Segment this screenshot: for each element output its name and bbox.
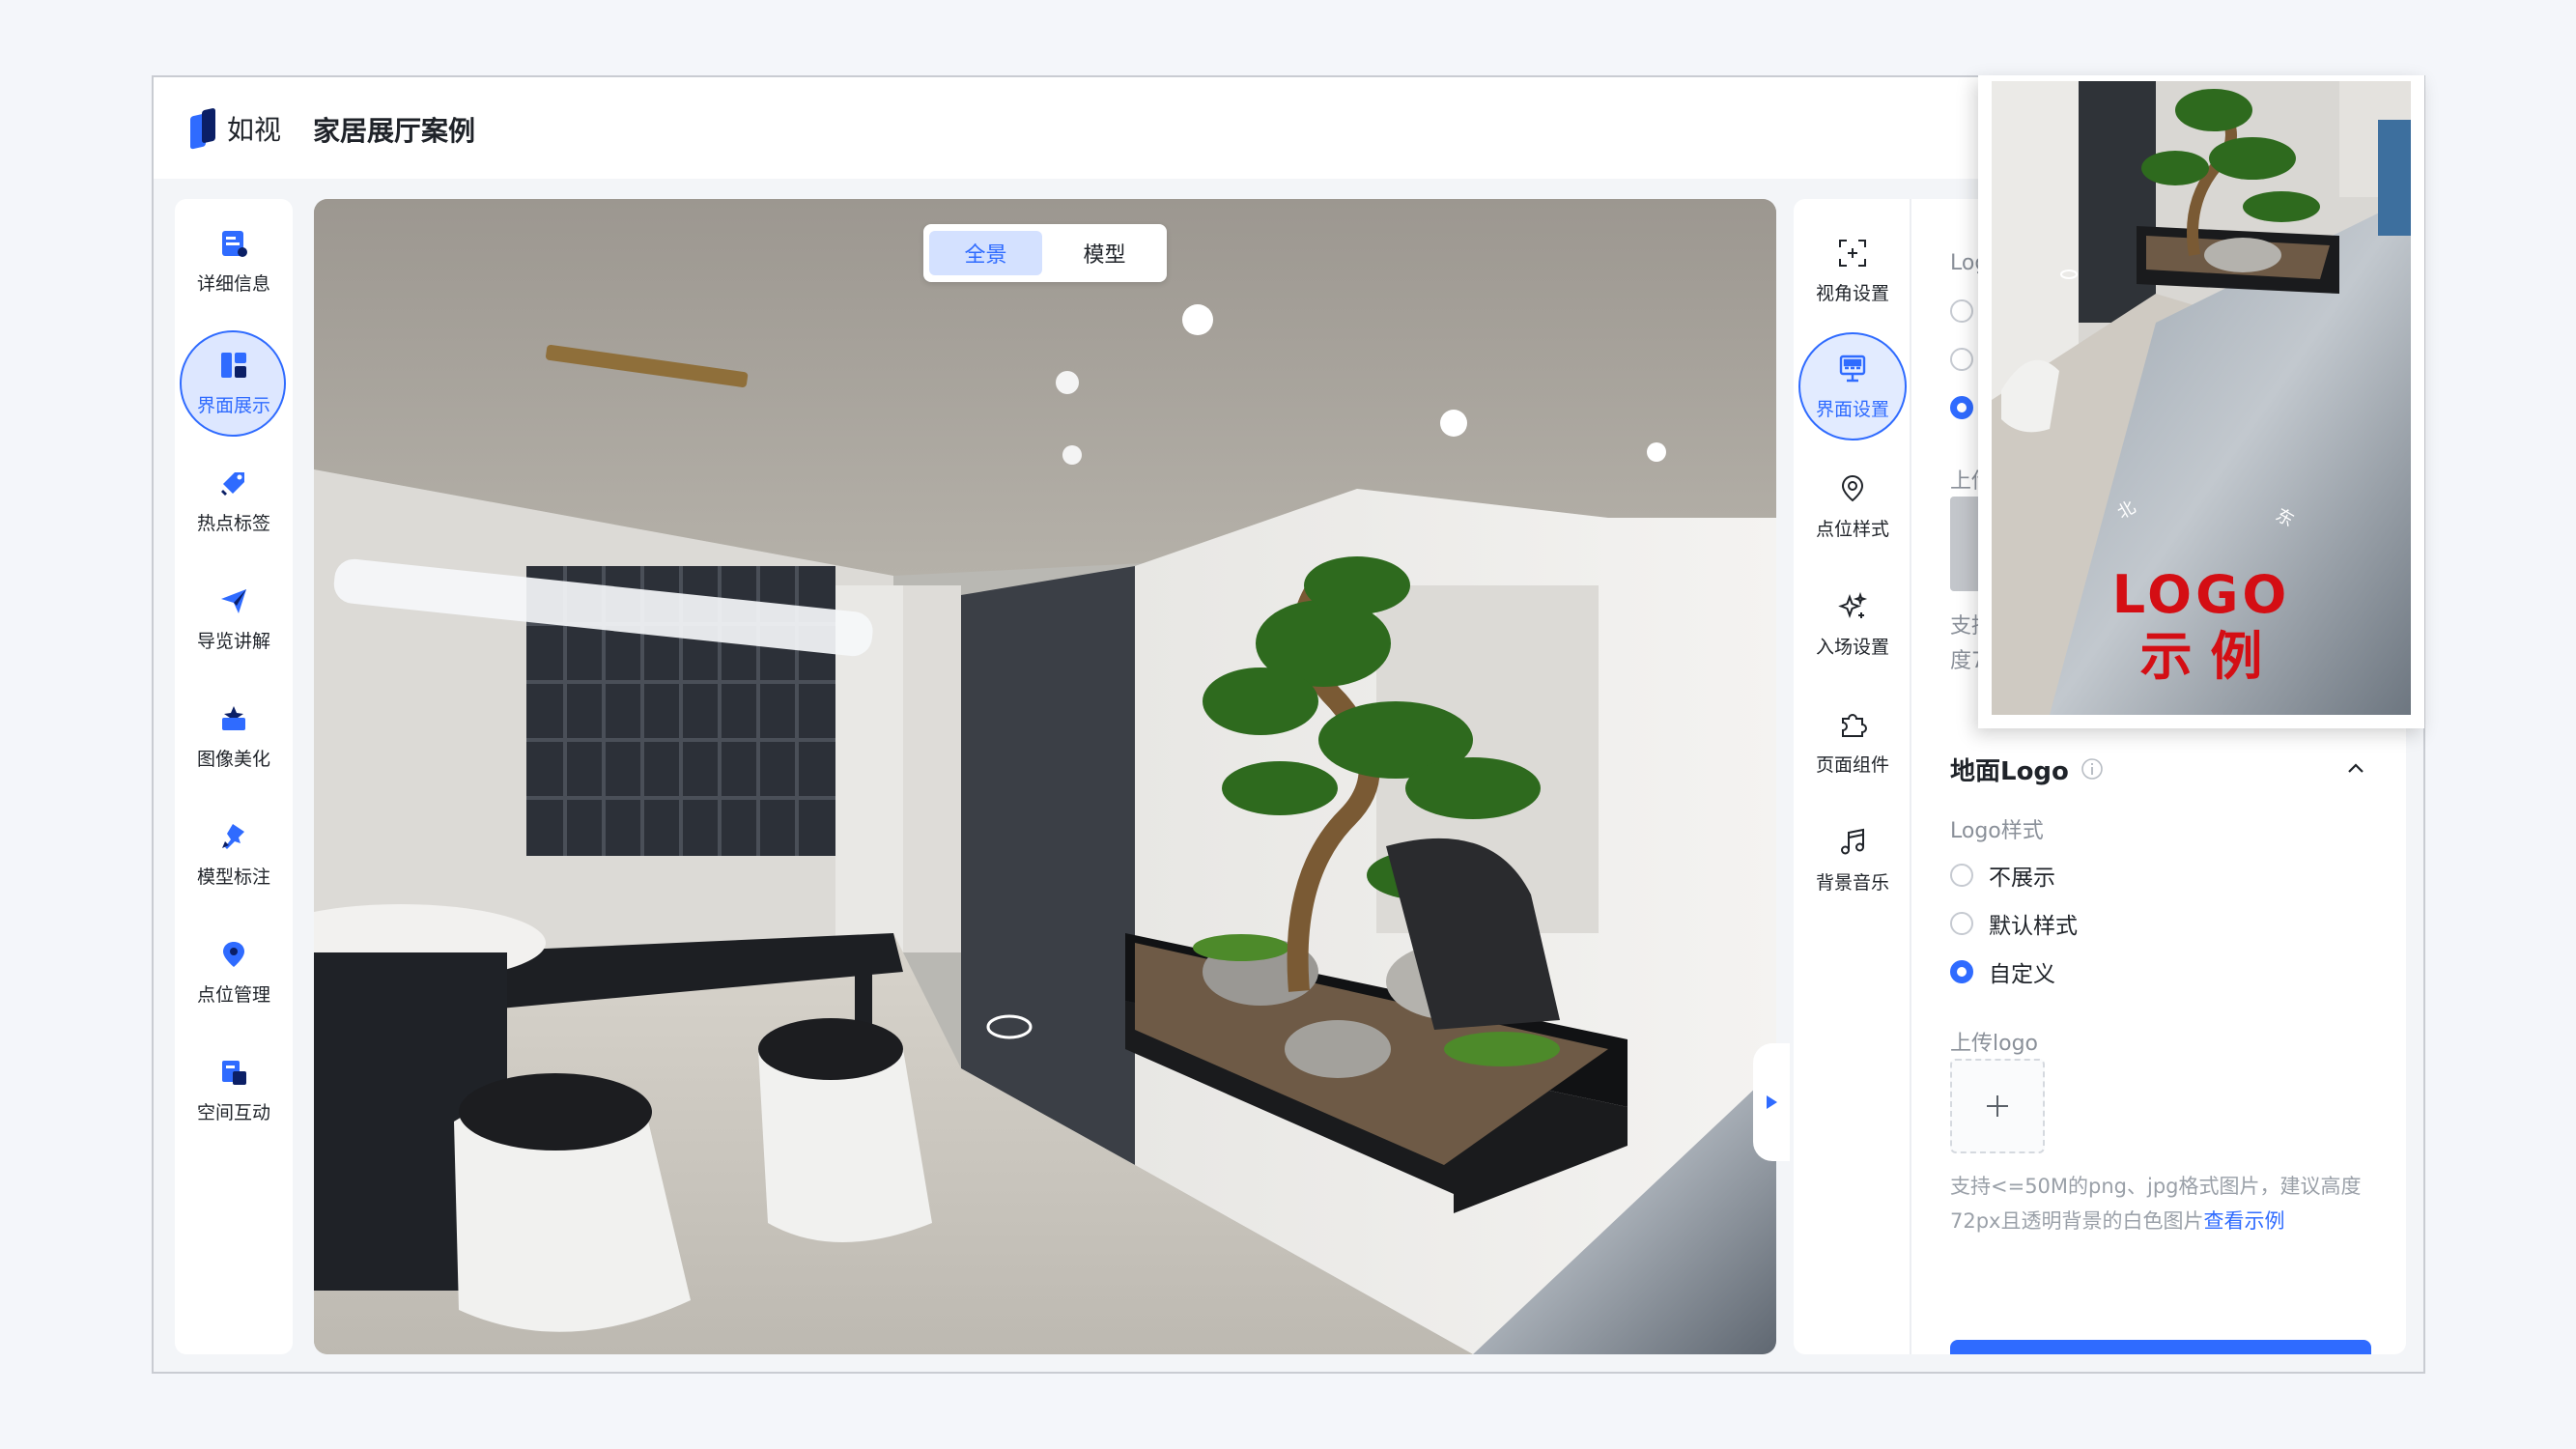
settings-nav-label: 界面设置	[1815, 398, 1889, 420]
rail-item-label: 热点标签	[196, 512, 270, 534]
paper-plane-icon	[219, 586, 248, 615]
radio-option-hide[interactable]: 不展示	[1950, 860, 2055, 891]
settings-nav-label: 点位样式	[1815, 518, 1889, 540]
section-title: 地面Logo	[1950, 756, 2069, 786]
example-sample-text: 示 例	[2139, 626, 2263, 687]
rail-item-label: 模型标注	[196, 866, 270, 888]
hidden-radio[interactable]	[1950, 299, 1973, 323]
mode-model-button[interactable]: 模型	[1048, 231, 1161, 275]
image-beautify-icon	[219, 704, 248, 733]
rail-item-point-management[interactable]: 点位管理	[175, 920, 293, 1026]
monitor-icon	[1836, 353, 1869, 385]
puzzle-icon	[1836, 708, 1869, 741]
logo-style-label: Logo样式	[1950, 819, 2044, 843]
settings-nav-label: 视角设置	[1815, 282, 1889, 304]
music-note-icon	[1836, 826, 1869, 859]
rail-item-label: 导览讲解	[196, 630, 270, 652]
info-icon[interactable]	[2081, 757, 2104, 781]
upload-logo-button[interactable]	[1950, 1059, 2045, 1153]
logo-example-preview: 北 东 LOGO 示 例	[1978, 75, 2424, 728]
rail-item-guided-tour[interactable]: 导览讲解	[175, 566, 293, 672]
rail-item-label: 点位管理	[196, 983, 270, 1006]
radio-button-checked[interactable]	[1950, 960, 1973, 983]
info-card-icon	[219, 229, 248, 258]
example-preview-image: 北 东 LOGO 示 例	[1992, 81, 2411, 715]
panorama-scene-image[interactable]	[314, 199, 1776, 1354]
upload-hint-text: 支持<=50M的png、jpg格式图片，建议高度72px且透明背景的白色图片	[1950, 1175, 2362, 1233]
sparkle-icon	[1836, 590, 1869, 623]
rail-item-model-annotation[interactable]: 模型标注	[175, 802, 293, 908]
radio-button[interactable]	[1950, 864, 1973, 887]
space-interaction-icon	[219, 1058, 248, 1087]
hidden-radio[interactable]	[1950, 396, 1973, 419]
ground-logo-header[interactable]: 地面Logo	[1950, 750, 2375, 788]
brand[interactable]: 如视	[190, 107, 282, 150]
settings-nav-label: 背景音乐	[1815, 871, 1889, 894]
settings-nav-interface[interactable]: 界面设置	[1794, 332, 1911, 440]
map-pin-icon	[1836, 472, 1869, 505]
caret-right-icon	[1767, 1095, 1777, 1109]
radio-label: 默认样式	[1989, 914, 2078, 939]
tag-icon	[219, 469, 248, 497]
rail-item-image-beautify[interactable]: 图像美化	[175, 684, 293, 790]
settings-nav-entry[interactable]: 入场设置	[1794, 570, 1911, 678]
viewfinder-icon	[1836, 237, 1869, 270]
rail-item-label: 详细信息	[196, 272, 270, 295]
settings-nav-label: 入场设置	[1815, 636, 1889, 658]
rail-item-label: 界面展示	[196, 394, 270, 416]
brand-logo-icon	[190, 107, 217, 150]
active-highlight	[1798, 332, 1907, 440]
rail-item-label: 空间互动	[196, 1101, 270, 1123]
radio-button[interactable]	[1950, 912, 1973, 935]
view-example-link[interactable]: 查看示例	[2203, 1209, 2284, 1233]
chevron-up-icon[interactable]	[2344, 757, 2367, 781]
brand-name: 如视	[227, 114, 282, 146]
hidden-radio[interactable]	[1950, 348, 1973, 371]
radio-option-custom[interactable]: 自定义	[1950, 956, 2055, 987]
mode-panorama-button[interactable]: 全景	[929, 231, 1042, 275]
location-icon	[219, 940, 248, 969]
settings-nav-view-angle[interactable]: 视角设置	[1794, 216, 1911, 325]
view-mode-toggle: 全景 模型	[923, 224, 1167, 282]
left-rail: 详细信息 界面展示 热点标签 导览讲解 图像美化 模型标注 点位管理 空间互动	[175, 199, 293, 1354]
radio-label: 自定义	[1989, 962, 2055, 987]
rail-item-hotspot-tags[interactable]: 热点标签	[175, 448, 293, 554]
rail-item-space-interaction[interactable]: 空间互动	[175, 1037, 293, 1144]
logo-sample-text: LOGO	[2111, 564, 2291, 625]
settings-nav-components[interactable]: 页面组件	[1794, 688, 1911, 796]
plus-icon	[1987, 1095, 2008, 1117]
settings-nav: 视角设置 界面设置 点位样式 入场设置 页面组件 背景音乐	[1794, 199, 1911, 1354]
page-title: 家居展厅案例	[313, 115, 476, 147]
ground-logo-sample: LOGO 示 例	[1992, 564, 2411, 688]
upload-hint: 支持<=50M的png、jpg格式图片，建议高度72px且透明背景的白色图片查看…	[1950, 1169, 2381, 1238]
layout-icon	[219, 351, 248, 380]
panorama-viewer[interactable]: 全景 模型	[314, 199, 1776, 1354]
active-highlight	[180, 330, 286, 437]
settings-nav-bgm[interactable]: 背景音乐	[1794, 806, 1911, 914]
rail-item-interface[interactable]: 界面展示	[175, 330, 293, 437]
rail-item-label: 图像美化	[196, 748, 270, 770]
radio-option-default[interactable]: 默认样式	[1950, 908, 2078, 939]
pin-mark-icon	[219, 822, 248, 851]
rail-item-details[interactable]: 详细信息	[175, 209, 293, 315]
radio-label: 不展示	[1989, 866, 2055, 891]
save-button[interactable]: 保 存	[1950, 1340, 2371, 1354]
settings-nav-point-style[interactable]: 点位样式	[1794, 452, 1911, 560]
settings-nav-label: 页面组件	[1815, 753, 1889, 776]
upload-logo-label: 上传logo	[1950, 1032, 2038, 1056]
panel-collapse-tab[interactable]	[1753, 1043, 1790, 1161]
